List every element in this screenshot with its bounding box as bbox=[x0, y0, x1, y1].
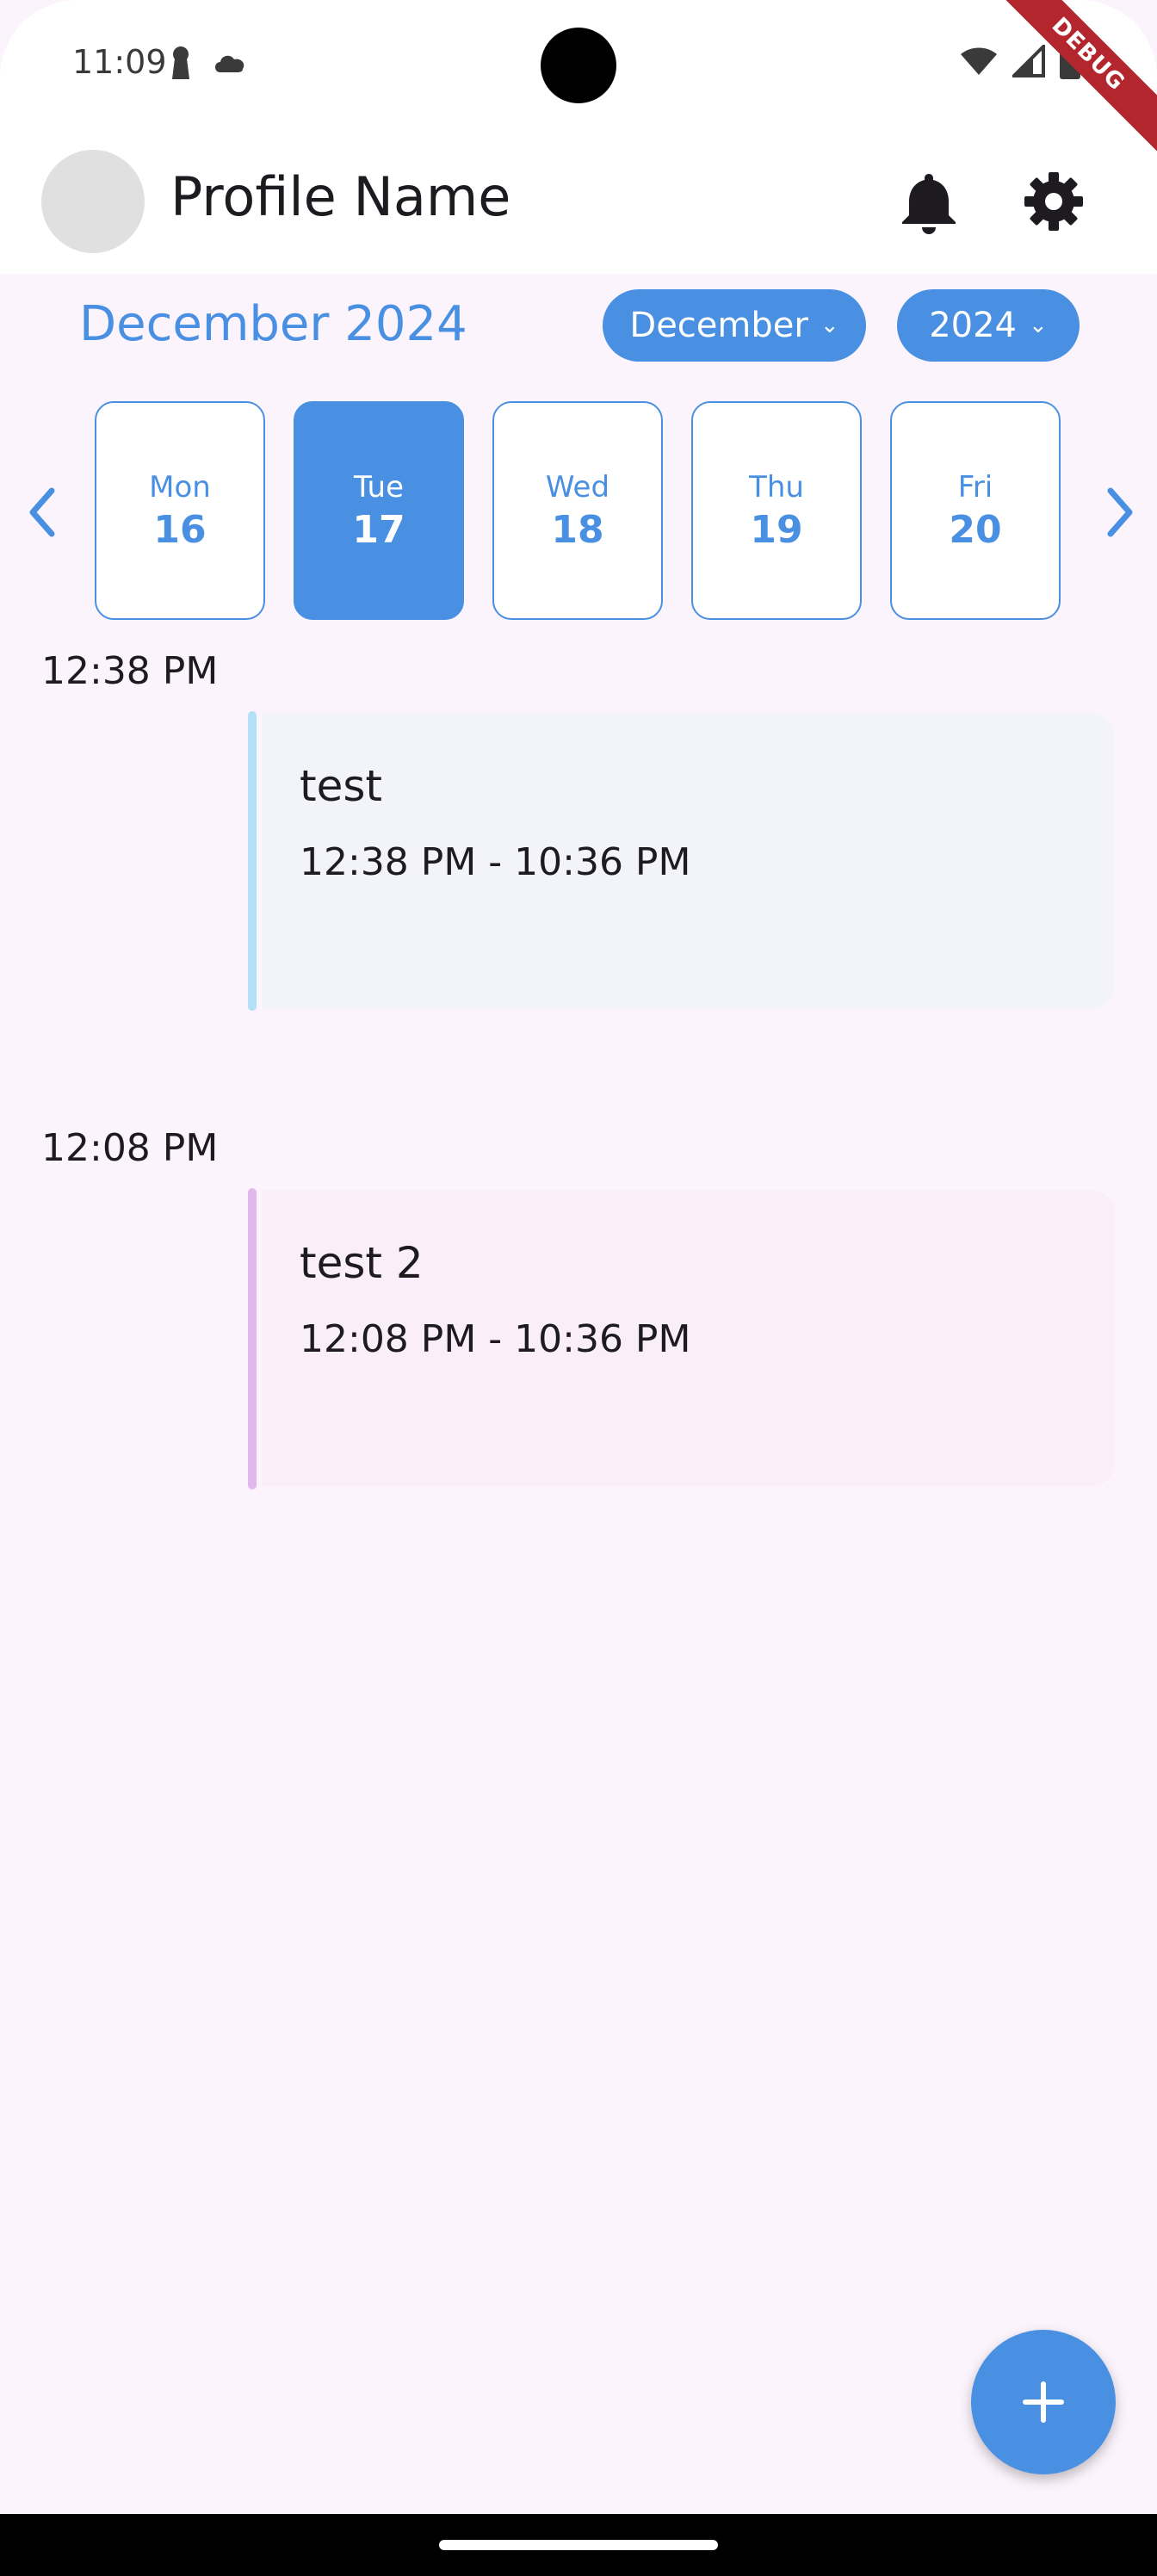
year-dropdown-value: 2024 bbox=[929, 306, 1017, 345]
chevron-down-icon: ⌄ bbox=[1029, 313, 1048, 338]
day-number: 20 bbox=[949, 507, 1002, 552]
day-number: 16 bbox=[153, 507, 207, 552]
year-dropdown[interactable]: 2024 ⌄ bbox=[897, 289, 1080, 362]
status-notification-icons bbox=[169, 45, 248, 79]
event-time-range: 12:08 PM - 10:36 PM bbox=[300, 1317, 691, 1361]
day-card-wed[interactable]: Wed 18 bbox=[492, 401, 663, 620]
event-title: test bbox=[300, 761, 383, 811]
day-card-fri[interactable]: Fri 20 bbox=[890, 401, 1061, 620]
day-card-tue-selected[interactable]: Tue 17 bbox=[294, 401, 464, 620]
day-number: 19 bbox=[750, 507, 803, 552]
previous-days-arrow-icon[interactable] bbox=[17, 482, 69, 542]
front-camera-cutout bbox=[541, 28, 616, 103]
month-dropdown[interactable]: December ⌄ bbox=[603, 289, 866, 362]
event-card[interactable]: test 12:38 PM - 10:36 PM bbox=[262, 713, 1114, 1009]
status-time: 11:09 bbox=[72, 43, 167, 81]
wifi-icon bbox=[961, 47, 997, 75]
profile-name: Profile Name bbox=[170, 165, 511, 228]
event-accent-bar bbox=[248, 711, 257, 1011]
chevron-down-icon: ⌄ bbox=[820, 313, 839, 338]
event-time-label: 12:08 PM bbox=[41, 1126, 219, 1170]
month-dropdown-value: December bbox=[629, 306, 808, 345]
day-of-week: Wed bbox=[545, 469, 610, 505]
keyhole-icon bbox=[172, 46, 189, 79]
day-card-thu[interactable]: Thu 19 bbox=[691, 401, 862, 620]
event-time-label: 12:38 PM bbox=[41, 649, 219, 693]
event-time-range: 12:38 PM - 10:36 PM bbox=[300, 840, 691, 884]
cloud-icon bbox=[215, 55, 244, 72]
avatar[interactable] bbox=[41, 150, 145, 253]
day-number: 18 bbox=[551, 507, 604, 552]
notifications-icon[interactable] bbox=[899, 170, 959, 234]
day-of-week: Tue bbox=[353, 469, 405, 505]
home-gesture-handle[interactable] bbox=[439, 2540, 718, 2550]
next-days-arrow-icon[interactable] bbox=[1093, 482, 1145, 542]
event-title: test 2 bbox=[300, 1238, 424, 1288]
settings-gear-icon[interactable] bbox=[1023, 170, 1085, 232]
event-accent-bar bbox=[248, 1188, 257, 1489]
day-of-week: Mon bbox=[149, 469, 211, 505]
day-of-week: Fri bbox=[957, 469, 993, 505]
cellular-signal-icon bbox=[1012, 45, 1045, 77]
day-card-mon[interactable]: Mon 16 bbox=[95, 401, 265, 620]
day-number: 17 bbox=[352, 507, 405, 552]
calendar-month-title: December 2024 bbox=[79, 296, 467, 352]
event-card[interactable]: test 2 12:08 PM - 10:36 PM bbox=[262, 1190, 1114, 1486]
plus-icon bbox=[1023, 2381, 1064, 2423]
day-of-week: Thu bbox=[749, 469, 804, 505]
add-event-button[interactable] bbox=[971, 2330, 1116, 2474]
